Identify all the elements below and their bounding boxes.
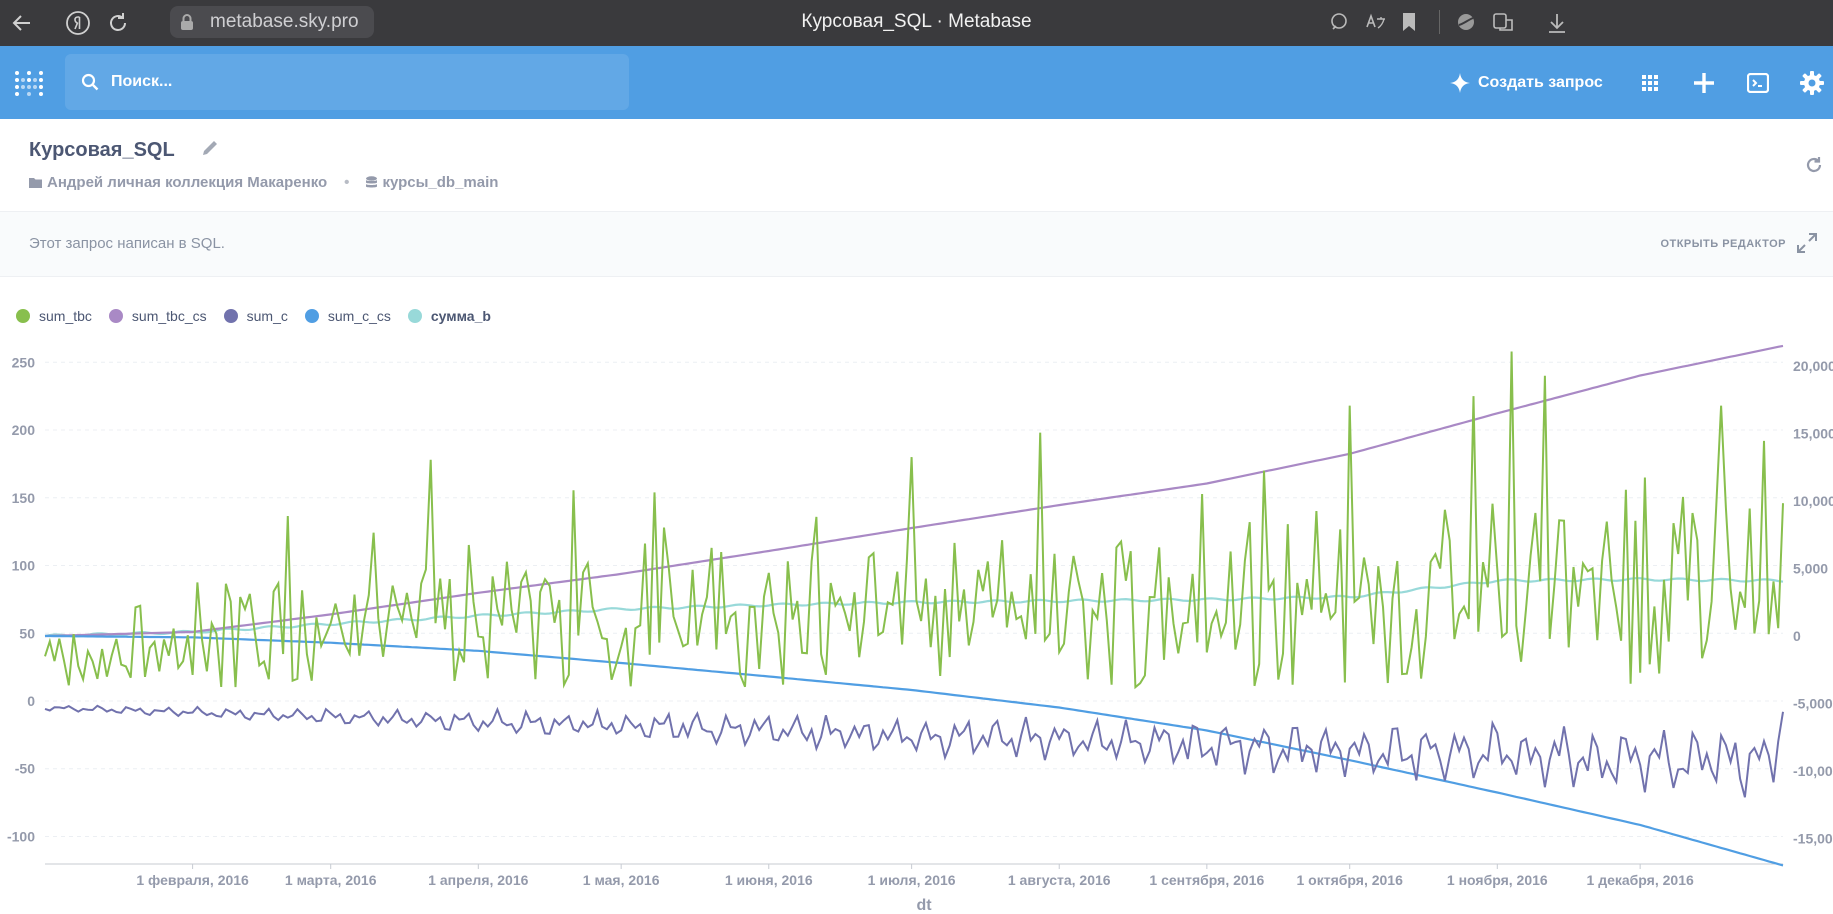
- pencil-icon[interactable]: [200, 138, 220, 164]
- collection-link[interactable]: Андрей личная коллекция Макаренко: [47, 174, 327, 191]
- expand-icon[interactable]: [1796, 232, 1818, 259]
- line-chart: 250 200 150 100 50 0 -50 -100 20,000 15,000 10,000…: [7, 344, 1833, 914]
- x-tick-label: 1 июня, 2016: [725, 872, 813, 888]
- legend-label: sum_tbc: [39, 308, 92, 324]
- plus-icon[interactable]: [1689, 68, 1719, 98]
- legend-dot: [108, 309, 123, 323]
- y-left-tick-label: 50: [19, 625, 35, 641]
- y-left-tick-label: 200: [12, 422, 36, 438]
- y-right-tick-label: 5,000: [1793, 561, 1828, 577]
- sparkle-icon: [1450, 72, 1470, 93]
- y-left-tick-label: 100: [12, 558, 36, 574]
- comment-icon[interactable]: [1329, 12, 1349, 37]
- apps-grid-icon[interactable]: [1635, 68, 1665, 98]
- breadcrumb-separator: •: [344, 174, 350, 191]
- legend-label: sum_c_cs: [327, 308, 391, 324]
- bookmark-icon[interactable]: [1402, 12, 1416, 37]
- y-right-tick-label: 15,000: [1793, 426, 1833, 442]
- series-line-sum_tbc: [44, 351, 1784, 690]
- search-input[interactable]: Поиск...: [65, 54, 629, 110]
- download-icon[interactable]: [1547, 12, 1567, 39]
- legend-label: sum_c: [246, 308, 288, 324]
- x-tick-label: 1 апреля, 2016: [428, 872, 528, 888]
- legend-label: sum_tbc_cs: [131, 308, 207, 324]
- legend-item-sum_tbc[interactable]: sum_tbc: [16, 308, 92, 324]
- x-tick-label: 1 марта, 2016: [285, 872, 377, 888]
- legend-label: сумма_b: [430, 308, 491, 324]
- x-tick-label: 1 ноября, 2016: [1447, 872, 1548, 888]
- create-query-button[interactable]: Создать запрос: [1450, 46, 1603, 119]
- y-right-tick-label: -10,000: [1793, 763, 1833, 779]
- yandex-icon[interactable]: [64, 9, 92, 37]
- sql-editor-icon[interactable]: [1743, 68, 1773, 98]
- legend-dot: [304, 309, 319, 323]
- y-right-tick-label: 20,000: [1793, 358, 1833, 374]
- gear-icon[interactable]: [1797, 68, 1827, 98]
- url-text: metabase.sky.pro: [210, 11, 359, 32]
- chart-legend: sum_tbc sum_tbc_cs sum_c sum_c_cs сумма_b: [16, 308, 508, 324]
- legend-item-sum_c_cs[interactable]: sum_c_cs: [304, 308, 391, 324]
- database-link[interactable]: курсы_db_main: [382, 174, 498, 191]
- y-right-tick-label: -5,000: [1793, 695, 1833, 711]
- y-left-tick-label: -100: [7, 828, 35, 844]
- question-title-text: Курсовая_SQL: [29, 139, 175, 161]
- breadcrumb: Андрей личная коллекция Макаренко • курс…: [29, 174, 498, 191]
- series-line-sum_c_cs: [45, 634, 1784, 867]
- legend-dot: [16, 309, 30, 323]
- series-line-sum_tbc_cs: [44, 344, 1784, 638]
- legend-item-сумма_b[interactable]: сумма_b: [407, 308, 491, 324]
- browser-toolbar: metabase.sky.pro Курсовая_SQL · Metabase: [0, 0, 1833, 46]
- y-right-tick-label: 0: [1793, 628, 1801, 644]
- search-placeholder: Поиск...: [111, 73, 173, 90]
- metabase-logo-icon[interactable]: [13, 69, 45, 102]
- address-bar[interactable]: metabase.sky.pro: [170, 6, 374, 38]
- x-tick-label: 1 февраля, 2016: [136, 872, 249, 888]
- extension-icon[interactable]: [1456, 12, 1476, 37]
- refresh-icon[interactable]: [1805, 156, 1823, 179]
- toolbar-divider: [1439, 10, 1440, 34]
- sql-notice-bar: Этот запрос написан в SQL. ОТКРЫТЬ РЕДАК…: [0, 211, 1833, 277]
- x-tick-label: 1 августа, 2016: [1008, 872, 1111, 888]
- search-icon: [81, 73, 99, 91]
- x-axis-label: dt: [916, 897, 932, 914]
- x-tick-label: 1 мая, 2016: [583, 872, 660, 888]
- series-line-sum_c: [44, 704, 1784, 798]
- sidebar-icon[interactable]: [1493, 12, 1515, 37]
- y-left-tick-label: 0: [27, 693, 35, 709]
- x-tick-label: 1 сентября, 2016: [1149, 872, 1264, 888]
- app-header: Поиск... Создать запрос: [0, 46, 1833, 119]
- database-icon: [366, 176, 378, 189]
- y-right-tick-label: 10,000: [1793, 493, 1833, 509]
- translate-icon[interactable]: [1365, 12, 1387, 37]
- legend-dot: [407, 309, 422, 323]
- create-query-label: Создать запрос: [1478, 73, 1603, 91]
- folder-icon: [29, 177, 42, 188]
- x-tick-label: 1 июля, 2016: [868, 872, 956, 888]
- legend-item-sum_c[interactable]: sum_c: [223, 308, 288, 324]
- sql-note: Этот запрос написан в SQL.: [29, 235, 225, 252]
- x-tick-label: 1 декабря, 2016: [1587, 872, 1694, 888]
- back-icon[interactable]: [8, 9, 36, 37]
- y-right-tick-label: -15,000: [1793, 830, 1833, 846]
- legend-item-sum_tbc_cs[interactable]: sum_tbc_cs: [108, 308, 207, 324]
- open-editor-button[interactable]: ОТКРЫТЬ РЕДАКТОР: [1660, 238, 1786, 250]
- legend-dot: [223, 309, 238, 323]
- y-left-tick-label: 250: [12, 354, 36, 370]
- lock-icon: [180, 13, 194, 36]
- question-title: Курсовая_SQL: [29, 138, 220, 164]
- reload-icon[interactable]: [104, 9, 132, 37]
- y-left-tick-label: -50: [15, 761, 35, 777]
- x-tick-label: 1 октября, 2016: [1297, 872, 1404, 888]
- y-left-tick-label: 150: [12, 490, 36, 506]
